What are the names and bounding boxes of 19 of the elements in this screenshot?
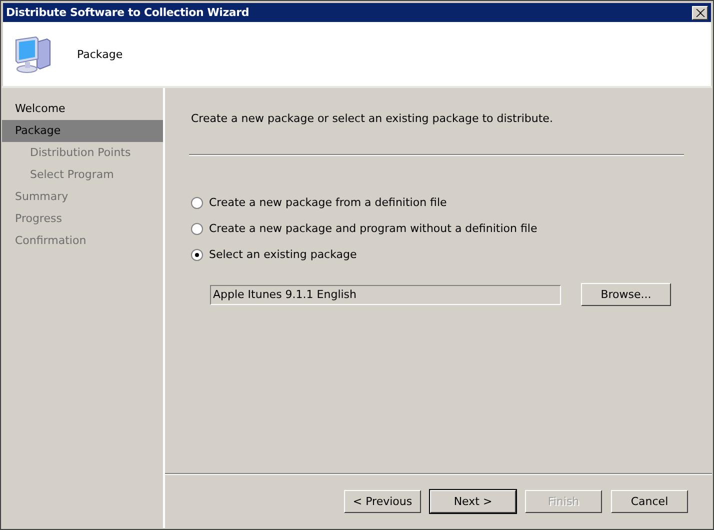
radio-option[interactable]: Select an existing package bbox=[191, 248, 684, 261]
radio-button[interactable] bbox=[191, 248, 203, 260]
window-title: Distribute Software to Collection Wizard bbox=[6, 6, 250, 19]
step-item[interactable]: Package bbox=[2, 120, 163, 142]
radio-option[interactable]: Create a new package from a definition file bbox=[191, 196, 684, 209]
close-icon bbox=[696, 8, 704, 16]
wizard-button[interactable]: Next > bbox=[430, 490, 516, 512]
computer-icon bbox=[13, 34, 53, 74]
wizard-button[interactable]: < Previous bbox=[344, 490, 421, 512]
step-item[interactable]: Welcome bbox=[2, 98, 163, 120]
browse-button[interactable]: Browse... bbox=[581, 283, 671, 306]
radio-option[interactable]: Create a new package and program without a definition file bbox=[191, 222, 684, 235]
close-button[interactable] bbox=[692, 6, 708, 20]
radio-button[interactable] bbox=[191, 196, 203, 208]
package-field[interactable]: Apple Itunes 9.1.1 English bbox=[210, 284, 561, 304]
radio-button[interactable] bbox=[191, 222, 203, 234]
instruction-text: Create a new package or select an existing package to distribute. bbox=[191, 112, 554, 125]
page-title: Package bbox=[77, 48, 123, 60]
wizard-button[interactable]: Cancel bbox=[611, 490, 688, 512]
